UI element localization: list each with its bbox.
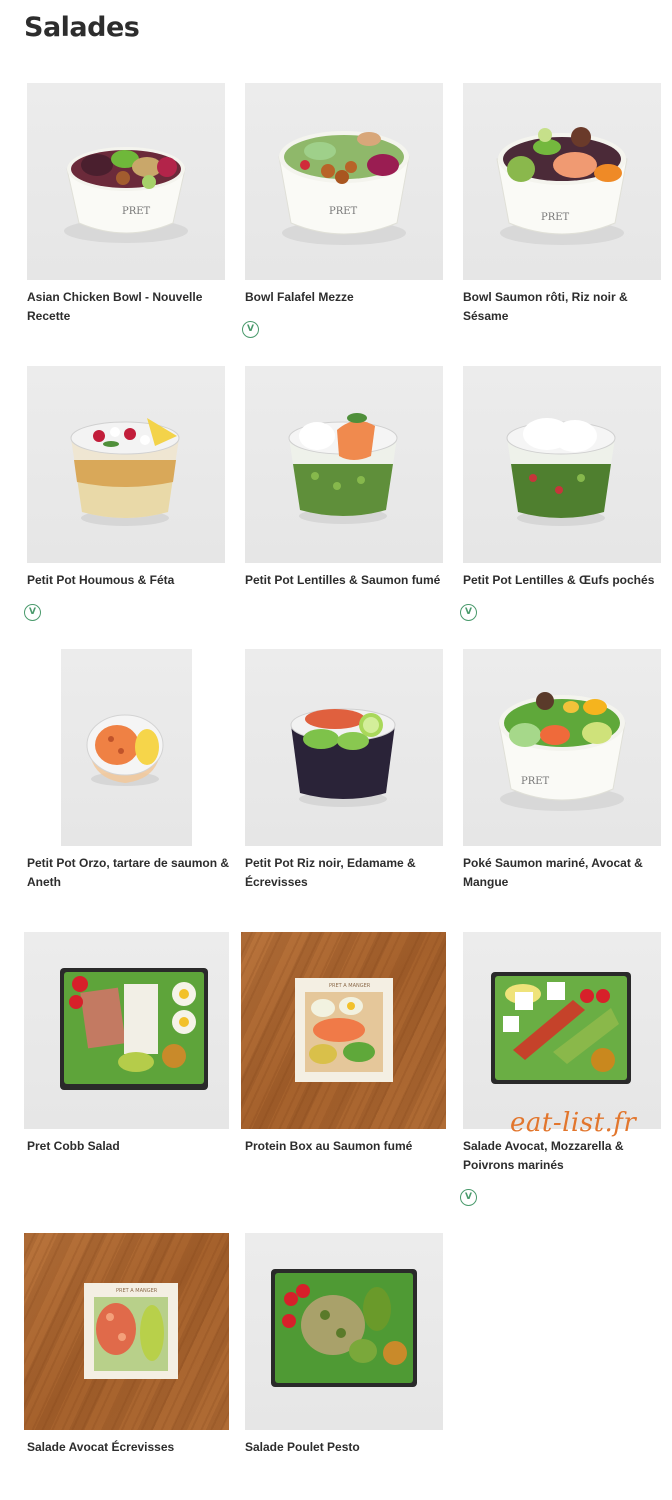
- product-card[interactable]: PRET Poké Saumon mariné, Avocat & Mangue: [463, 649, 668, 889]
- salad-box-illustration: [491, 972, 631, 1084]
- product-image[interactable]: [463, 932, 661, 1129]
- product-name: Bowl Falafel Mezze: [245, 290, 354, 304]
- salad-pot-illustration: [288, 413, 398, 524]
- product-image[interactable]: PRET A MANGER: [24, 1233, 229, 1430]
- salad-pot-illustration: [70, 418, 180, 526]
- svg-text:PRET: PRET: [521, 776, 550, 787]
- product-card[interactable]: Petit Pot Lentilles & Saumon fumé: [245, 366, 450, 587]
- salad-pot-illustration: [290, 708, 396, 807]
- product-card[interactable]: Pret Cobb Salad: [24, 932, 229, 1153]
- watermark: eat-list.fr: [510, 1108, 637, 1138]
- salad-bowl-illustration: PRET: [278, 131, 410, 245]
- product-name: Pret Cobb Salad: [27, 1139, 120, 1153]
- page-title: Salades: [24, 12, 140, 43]
- svg-text:PRET A MANGER: PRET A MANGER: [116, 1288, 158, 1294]
- product-image[interactable]: [27, 366, 225, 563]
- product-name: Salade Avocat Écrevisses: [27, 1440, 175, 1454]
- product-card[interactable]: Petit Pot Orzo, tartare de saumon & Anet…: [27, 649, 232, 889]
- product-name: Petit Pot Lentilles & Saumon fumé: [245, 573, 441, 587]
- product-card[interactable]: PRET Bowl Saumon rôti, Riz noir & Sésame: [463, 83, 668, 323]
- salad-bowl-illustration: PRET: [496, 127, 628, 245]
- salad-box-illustration: [271, 1269, 417, 1387]
- svg-text:PRET: PRET: [122, 206, 151, 217]
- product-name: Petit Pot Riz noir, Edamame & Écrevisses: [245, 856, 416, 889]
- svg-text:PRET: PRET: [541, 212, 570, 223]
- salad-pot-illustration: [506, 418, 616, 526]
- product-card[interactable]: PRET A MANGER Protein Box au Saumon fumé: [241, 932, 446, 1153]
- product-card[interactable]: Petit Pot Houmous & Féta V: [24, 366, 232, 621]
- product-name: Salade Poulet Pesto: [245, 1440, 360, 1454]
- product-image[interactable]: PRET: [245, 83, 443, 280]
- vegetarian-badge: V: [242, 321, 259, 338]
- salad-bowl-illustration: PRET: [64, 147, 188, 243]
- product-card[interactable]: Salade Poulet Pesto: [245, 1233, 450, 1454]
- product-name: Poké Saumon mariné, Avocat & Mangue: [463, 856, 643, 889]
- svg-text:PRET A MANGER: PRET A MANGER: [329, 983, 371, 989]
- product-image[interactable]: [245, 649, 443, 846]
- product-image[interactable]: PRET: [463, 649, 661, 846]
- product-card[interactable]: Salade Avocat, Mozzarella & Poivrons mar…: [460, 932, 668, 1206]
- vegetarian-badge: V: [460, 604, 477, 621]
- product-image[interactable]: PRET: [27, 83, 225, 280]
- product-image[interactable]: PRET A MANGER: [241, 932, 446, 1129]
- product-name: Asian Chicken Bowl - Nouvelle Recette: [27, 290, 203, 323]
- product-card[interactable]: Petit Pot Lentilles & Œufs pochés V: [460, 366, 668, 621]
- small-pot-illustration: [86, 714, 164, 786]
- product-image[interactable]: PRET: [463, 83, 661, 280]
- product-card[interactable]: Petit Pot Riz noir, Edamame & Écrevisses: [245, 649, 450, 889]
- product-card[interactable]: PRET Asian Chicken Bowl - Nouvelle Recet…: [27, 83, 232, 323]
- product-name: Protein Box au Saumon fumé: [245, 1139, 413, 1153]
- product-image[interactable]: [24, 932, 229, 1129]
- product-name: Salade Avocat, Mozzarella & Poivrons mar…: [463, 1139, 624, 1172]
- product-name: Bowl Saumon rôti, Riz noir & Sésame: [463, 290, 628, 323]
- salad-bowl-illustration: PRET: [498, 692, 626, 811]
- product-name: Petit Pot Orzo, tartare de saumon & Anet…: [27, 856, 230, 889]
- vegetarian-badge: V: [24, 604, 41, 621]
- product-name: Petit Pot Houmous & Féta: [27, 573, 175, 587]
- product-image[interactable]: [61, 649, 192, 846]
- vegetarian-badge: V: [460, 1189, 477, 1206]
- salad-box-illustration: [60, 968, 208, 1090]
- product-card[interactable]: PRET Bowl Falafel Mezze V: [242, 83, 450, 338]
- product-image[interactable]: [245, 366, 443, 563]
- salad-box-illustration: PRET A MANGER: [84, 1283, 178, 1379]
- product-image[interactable]: [463, 366, 661, 563]
- svg-text:PRET: PRET: [329, 206, 358, 217]
- protein-box-illustration: PRET A MANGER: [295, 978, 393, 1082]
- product-card[interactable]: PRET A MANGER Salade Avocat Écrevisses: [24, 1233, 229, 1454]
- product-image[interactable]: [245, 1233, 443, 1430]
- product-name: Petit Pot Lentilles & Œufs pochés: [463, 573, 655, 587]
